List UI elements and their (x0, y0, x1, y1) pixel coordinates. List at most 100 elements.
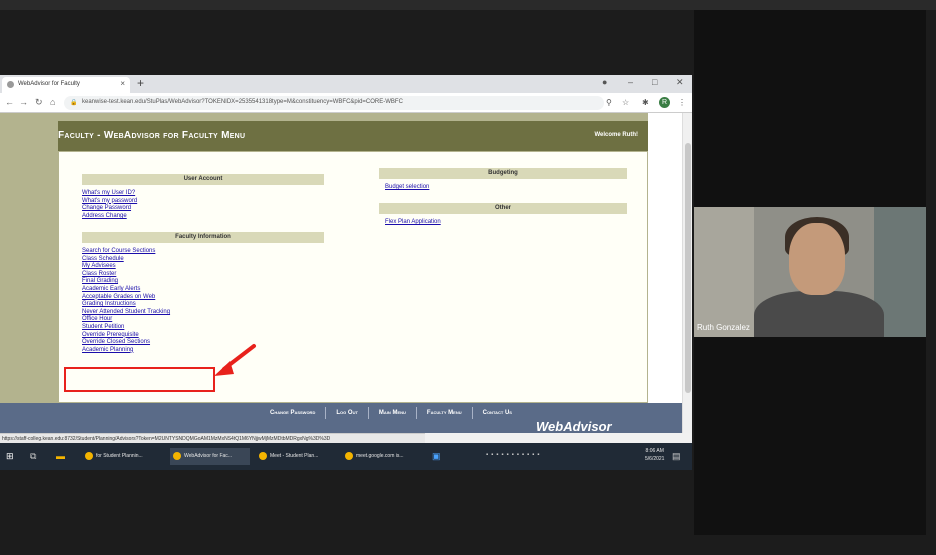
footer-faculty-menu[interactable]: Faculty Menu (417, 407, 473, 419)
forward-icon[interactable]: → (19, 97, 28, 107)
windows-taskbar: ⊞ ⧉ ▬ for Student Plannin... WebAdvisor … (0, 443, 692, 470)
participant-name: Ruth Gonzalez (697, 323, 750, 332)
link-flex-plan[interactable]: Flex Plan Application (385, 219, 441, 227)
chrome-icon (345, 452, 353, 460)
annotation-highlight-box (64, 367, 215, 392)
participant-video (754, 291, 884, 337)
link-grading-instructions[interactable]: Grading Instructions (82, 301, 170, 309)
back-icon[interactable]: ← (5, 97, 14, 107)
url-text: keanwise-test.kean.edu/StuPlas/WebAdviso… (82, 99, 403, 105)
webadvisor-logo: WebAdvisor (536, 419, 612, 433)
link-academic-planning[interactable]: Academic Planning (82, 347, 170, 355)
reload-icon[interactable]: ↻ (35, 97, 43, 108)
new-tab-button[interactable]: + (137, 76, 144, 90)
clock-time: 8:06 AM (645, 448, 664, 454)
notifications-icon[interactable]: ▤ (672, 451, 681, 462)
link-address-change[interactable]: Address Change (82, 213, 137, 221)
footer-nav-links: Change Password Log Out Main Menu Facult… (260, 407, 522, 419)
page-left-margin (0, 113, 58, 403)
link-my-advisees[interactable]: My Advisees (82, 263, 170, 271)
favicon-icon (7, 81, 14, 88)
taskbar-clock[interactable]: 8:06 AM 5/6/2021 (645, 447, 664, 463)
taskbar-item-label: meet.google.com is... (356, 453, 404, 459)
close-tab-icon[interactable]: × (120, 79, 125, 88)
link-class-roster[interactable]: Class Roster (82, 271, 170, 279)
participant-video (789, 223, 845, 295)
link-office-hour[interactable]: Office Hour (82, 316, 170, 324)
chrome-icon (173, 452, 181, 460)
meeting-top-band (0, 0, 936, 10)
footer-main-menu[interactable]: Main Menu (369, 407, 417, 419)
link-acceptable-grades[interactable]: Acceptable Grades on Web (82, 294, 170, 302)
link-password[interactable]: What's my password (82, 198, 137, 206)
page-scrollbar[interactable] (682, 113, 692, 433)
user-account-header: User Account (82, 174, 324, 185)
close-window-icon[interactable]: ✕ (676, 77, 684, 88)
clock-date: 5/6/2021 (645, 456, 665, 462)
page-title: Faculty - WebAdvisor for Faculty Menu (58, 130, 246, 141)
file-explorer-icon[interactable]: ▬ (56, 451, 65, 461)
link-budget-selection[interactable]: Budget selection (385, 184, 429, 192)
minimize-icon[interactable]: – (628, 77, 633, 87)
video-background (694, 207, 754, 337)
taskbar-item-meet-google[interactable]: meet.google.com is... (342, 448, 422, 465)
browser-tab[interactable]: WebAdvisor for Faculty × (2, 77, 130, 93)
faculty-information-links: Search for Course Sections Class Schedul… (82, 248, 170, 354)
page-top-strip (58, 113, 648, 121)
link-override-closed-sections[interactable]: Override Closed Sections (82, 339, 170, 347)
taskbar-item-webadvisor[interactable]: WebAdvisor for Fac... (170, 448, 250, 465)
link-user-id[interactable]: What's my User ID? (82, 190, 137, 198)
page-header: Faculty - WebAdvisor for Faculty Menu We… (58, 121, 648, 151)
annotation-arrow-icon (214, 344, 256, 376)
chrome-menu-icon[interactable]: ● (602, 77, 607, 87)
link-search-course-sections[interactable]: Search for Course Sections (82, 248, 170, 256)
user-account-links: What's my User ID? What's my password Ch… (82, 190, 137, 220)
browser-tab-bar: WebAdvisor for Faculty × + ● – □ ✕ (0, 75, 692, 93)
faculty-information-header: Faculty Information (82, 232, 324, 243)
taskbar-item-label: Meet - Student Plan... (270, 453, 319, 459)
taskbar-item-label: for Student Plannin... (96, 453, 143, 459)
participant-video-tile[interactable]: Ruth Gonzalez (694, 207, 926, 337)
footer-change-password[interactable]: Change Password (260, 407, 327, 419)
lock-icon: 🔒 (70, 100, 78, 106)
welcome-message: Welcome Ruth! (594, 132, 638, 138)
bookmark-star-icon[interactable]: ☆ (622, 98, 629, 107)
zoom-icon[interactable]: ⚲ (606, 98, 612, 107)
more-menu-icon[interactable]: ⋮ (678, 98, 686, 107)
link-hover-status: https://staff-colleg.kean.edu:8732/Stude… (0, 433, 425, 443)
link-academic-early-alerts[interactable]: Academic Early Alerts (82, 286, 170, 294)
address-bar[interactable]: 🔒 keanwise-test.kean.edu/StuPlas/WebAdvi… (64, 96, 604, 110)
maximize-icon[interactable]: □ (652, 77, 657, 87)
extensions-icon[interactable]: ✱ (642, 98, 649, 107)
link-final-grading[interactable]: Final Grading (82, 278, 170, 286)
task-view-icon[interactable]: ⧉ (30, 451, 36, 462)
meeting-stage: WebAdvisor for Faculty × + ● – □ ✕ ← → ↻… (0, 0, 936, 555)
budgeting-links: Budget selection (385, 184, 429, 192)
budgeting-header: Budgeting (379, 168, 627, 179)
taskbar-item-student-planning[interactable]: for Student Plannin... (82, 448, 162, 465)
system-tray-icons[interactable]: ▪▪▪▪▪▪▪▪▪▪▪ (486, 452, 542, 458)
address-toolbar: ← → ↻ ⌂ 🔒 keanwise-test.kean.edu/StuPlas… (0, 93, 692, 113)
scrollbar-thumb[interactable] (685, 143, 691, 393)
link-student-petition[interactable]: Student Petition (82, 324, 170, 332)
footer-log-out[interactable]: Log Out (326, 407, 369, 419)
profile-avatar[interactable]: R (659, 97, 670, 108)
link-change-password[interactable]: Change Password (82, 205, 137, 213)
taskbar-item-label: WebAdvisor for Fac... (184, 453, 232, 459)
windows-start-icon[interactable]: ⊞ (6, 451, 14, 462)
meeting-bottom-area (0, 470, 692, 555)
chrome-icon (85, 452, 93, 460)
footer-contact-us[interactable]: Contact Us (473, 407, 522, 419)
taskbar-item-meet[interactable]: Meet - Student Plan... (256, 448, 336, 465)
app-icon[interactable]: ▣ (432, 451, 441, 462)
other-links: Flex Plan Application (385, 219, 441, 227)
home-icon[interactable]: ⌂ (50, 97, 55, 107)
link-override-prerequisite[interactable]: Override Prerequisite (82, 332, 170, 340)
shared-screen: WebAdvisor for Faculty × + ● – □ ✕ ← → ↻… (0, 75, 692, 470)
menu-content: User Account What's my User ID? What's m… (58, 151, 648, 403)
other-header: Other (379, 203, 627, 214)
link-never-attended[interactable]: Never Attended Student Tracking (82, 309, 170, 317)
page-footer-nav: Change Password Log Out Main Menu Facult… (0, 403, 682, 433)
chrome-icon (259, 452, 267, 460)
link-class-schedule[interactable]: Class Schedule (82, 256, 170, 264)
